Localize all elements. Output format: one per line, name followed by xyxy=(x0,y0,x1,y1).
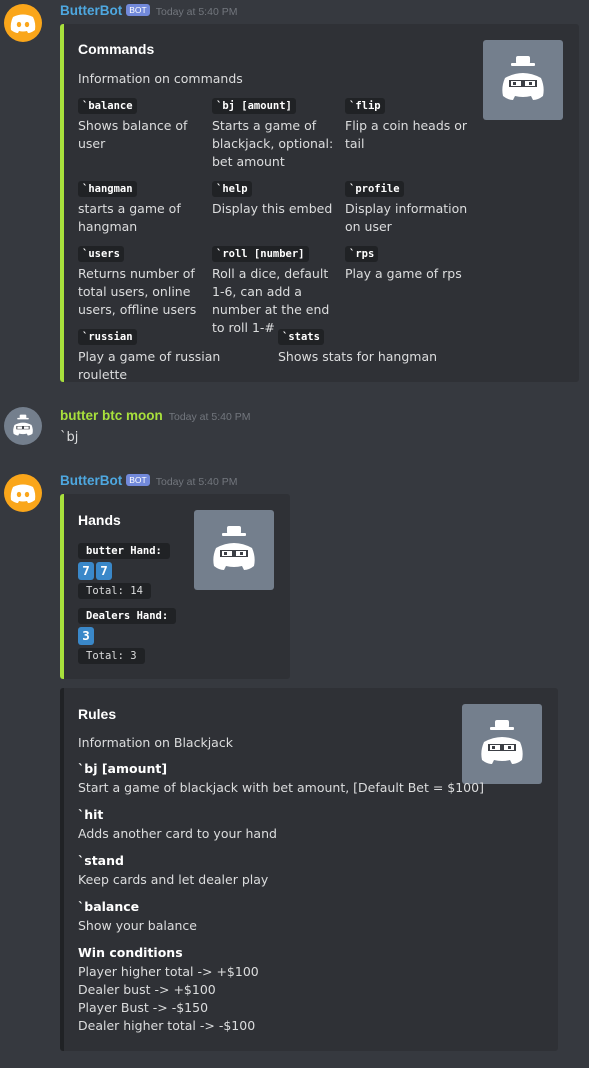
commands-embed: Commands Information on commands `balanc… xyxy=(60,24,579,382)
rule-name: `stand xyxy=(78,853,124,868)
field-name: `flip xyxy=(345,98,385,114)
field-name: `help xyxy=(212,181,252,197)
timestamp: Today at 5:40 PM xyxy=(168,411,251,423)
embed-title: Commands xyxy=(78,41,155,57)
butter-bot-avatar-icon xyxy=(213,526,255,570)
field-value: Play a game of rps xyxy=(345,266,462,281)
message-header: ButterBot BOT Today at 5:40 PM xyxy=(60,473,237,488)
author-name[interactable]: butter btc moon xyxy=(60,408,163,423)
field-name: `bj [amount] xyxy=(212,98,296,114)
field-value: Shows balance of user xyxy=(78,118,188,151)
rule-name: `balance xyxy=(78,899,140,914)
win-conditions: Win conditions Player higher total -> +$… xyxy=(78,945,259,1035)
field-value: Display this embed xyxy=(212,201,333,216)
field-balance: `balance Shows balance of user xyxy=(78,97,203,153)
field-name: `hangman xyxy=(78,181,137,197)
rule-stand: `stand Keep cards and let dealer play xyxy=(78,853,268,889)
field-name: `balance xyxy=(78,98,137,114)
timestamp: Today at 5:40 PM xyxy=(155,476,238,488)
field-bj: `bj [amount] Starts a game of blackjack,… xyxy=(212,97,337,171)
embed-description: Information on commands xyxy=(78,71,243,86)
field-name: `users xyxy=(78,246,124,262)
player-hand-label: butter Hand: xyxy=(78,543,170,559)
field-value: Shows stats for hangman xyxy=(278,349,438,364)
field-name: `profile xyxy=(345,181,404,197)
bot-badge: BOT xyxy=(126,4,150,16)
win-condition-line: Dealer higher total -> -$100 xyxy=(78,1018,256,1033)
rule-hit: `hit Adds another card to your hand xyxy=(78,807,277,843)
field-value: starts a game of hangman xyxy=(78,201,181,234)
dealer-hand-label: Dealers Hand: xyxy=(78,608,177,624)
field-name: `russian xyxy=(78,329,137,345)
timestamp: Today at 5:40 PM xyxy=(155,6,238,18)
rule-value: Start a game of blackjack with bet amoun… xyxy=(78,780,484,795)
hands-embed: Hands butter Hand: 77 Total: 14 Dealers … xyxy=(60,494,290,679)
rule-bj: `bj [amount] Start a game of blackjack w… xyxy=(78,761,484,797)
dealer-total: Total: 3 xyxy=(78,648,145,664)
field-value: Returns number of total users, online us… xyxy=(78,266,197,317)
author-name[interactable]: ButterBot xyxy=(60,473,122,488)
rule-balance: `balance Show your balance xyxy=(78,899,197,935)
field-profile: `profile Display information on user xyxy=(345,180,470,236)
user-avatar[interactable] xyxy=(4,407,42,445)
player-card: 7 xyxy=(96,562,112,580)
field-value: Flip a coin heads or tail xyxy=(345,118,468,151)
field-stats: `stats Shows stats for hangman xyxy=(278,328,473,366)
player-total: Total: 14 xyxy=(78,583,151,599)
field-name: `stats xyxy=(278,329,324,345)
field-russian: `russian Play a game of russian roulette xyxy=(78,328,273,384)
dealer-card: 3 xyxy=(78,627,94,645)
field-hangman: `hangman starts a game of hangman xyxy=(78,180,203,236)
butter-bot-avatar-icon xyxy=(13,414,33,436)
rule-name: `bj [amount] xyxy=(78,761,168,776)
embed-title: Hands xyxy=(78,512,121,528)
bot-badge: BOT xyxy=(126,474,150,486)
field-users: `users Returns number of total users, on… xyxy=(78,245,203,319)
win-condition-line: Dealer bust -> +$100 xyxy=(78,982,216,997)
butter-bot-avatar-icon xyxy=(502,56,544,100)
field-name: `rps xyxy=(345,246,379,262)
win-conditions-title: Win conditions xyxy=(78,945,183,960)
field-value: Play a game of russian roulette xyxy=(78,349,221,382)
rule-value: Show your balance xyxy=(78,918,197,933)
discord-logo-icon xyxy=(10,484,36,503)
rule-name: `hit xyxy=(78,807,104,822)
rule-value: Adds another card to your hand xyxy=(78,826,277,841)
field-value: Starts a game of blackjack, optional: be… xyxy=(212,118,334,169)
win-condition-line: Player Bust -> -$150 xyxy=(78,1000,209,1015)
message-header: butter btc moon Today at 5:40 PM xyxy=(60,408,250,423)
field-value: Roll a dice, default 1-6, can add a numb… xyxy=(212,266,330,335)
field-value: Display information on user xyxy=(345,201,468,234)
embed-description: Information on Blackjack xyxy=(78,735,233,750)
rules-embed: Rules Information on Blackjack `bj [amou… xyxy=(60,688,558,1051)
message-text: `bj xyxy=(60,430,79,445)
field-flip: `flip Flip a coin heads or tail xyxy=(345,97,470,153)
author-name[interactable]: ButterBot xyxy=(60,3,122,18)
win-condition-line: Player higher total -> +$100 xyxy=(78,964,259,979)
field-help: `help Display this embed xyxy=(212,180,337,218)
embed-thumbnail[interactable] xyxy=(483,40,563,120)
message-header: ButterBot BOT Today at 5:40 PM xyxy=(60,3,237,18)
bot-avatar[interactable] xyxy=(4,4,42,42)
player-hand: butter Hand: 77 Total: 14 xyxy=(78,542,170,599)
player-card: 7 xyxy=(78,562,94,580)
field-rps: `rps Play a game of rps xyxy=(345,245,470,283)
rule-value: Keep cards and let dealer play xyxy=(78,872,269,887)
embed-thumbnail[interactable] xyxy=(194,510,274,590)
discord-logo-icon xyxy=(10,14,36,33)
field-name: `roll [number] xyxy=(212,246,309,262)
dealer-hand: Dealers Hand: 3 Total: 3 xyxy=(78,607,177,664)
embed-title: Rules xyxy=(78,706,117,722)
bot-avatar[interactable] xyxy=(4,474,42,512)
field-roll: `roll [number] Roll a dice, default 1-6,… xyxy=(212,245,337,337)
